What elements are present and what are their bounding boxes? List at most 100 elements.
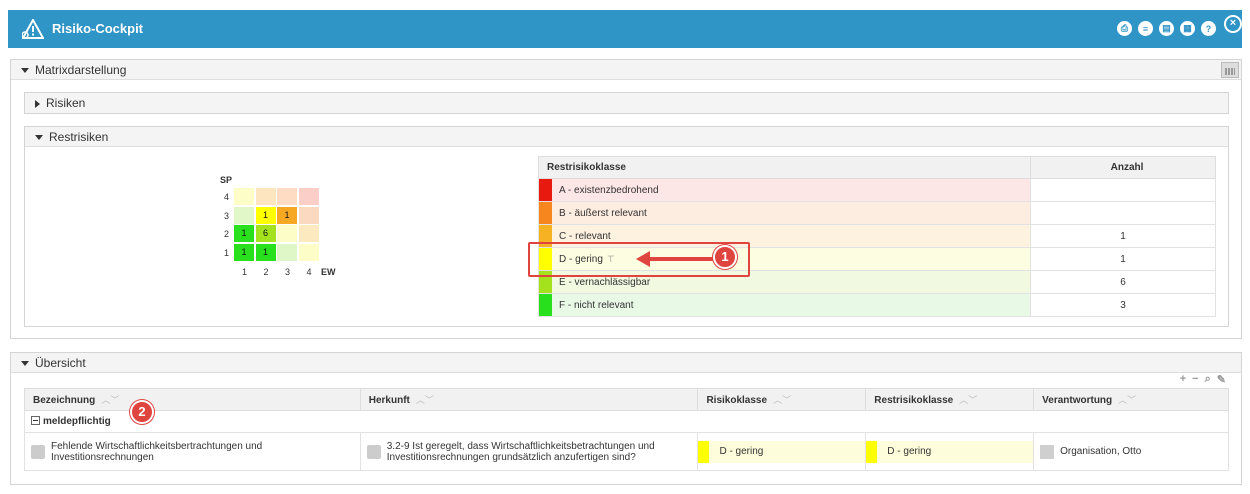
legend-count-cell: 6 [1030, 270, 1216, 294]
matrix-y-axis-label: SP [220, 175, 233, 185]
legend-count-cell: 1 [1030, 247, 1216, 271]
toolbar-icons: ⎙ ≡ ▤ ▦? [1117, 21, 1216, 36]
export-icon[interactable]: ▤ [1159, 21, 1174, 36]
legend-count-cell [1030, 178, 1216, 202]
risikoklasse-text: D - gering [719, 446, 764, 457]
matrix-cell[interactable]: 1 [234, 225, 254, 242]
group-label: meldepflichtig [43, 416, 111, 427]
column-header-label: Restrisikoklasse [874, 395, 954, 406]
overview-table: Bezeichnung ︿﹀ Herkunft ︿﹀ Risikoklasse ︿﹀ Res… [24, 388, 1229, 471]
add-icon[interactable]: + [1180, 373, 1186, 386]
sort-icon[interactable]: ︿﹀ [416, 395, 434, 405]
column-header-risikoklasse[interactable]: Risikoklasse ︿﹀ [697, 388, 867, 411]
matrix-x-tick: 2 [263, 267, 269, 277]
export-alt-icon[interactable]: ▦ [1180, 21, 1195, 36]
matrix-x-tick: 4 [306, 267, 312, 277]
callout-badge-2: 2 [130, 400, 154, 424]
matrix-cell[interactable] [277, 188, 297, 205]
overview-panel-title: Übersicht [35, 356, 86, 370]
legend-row[interactable]: F - nicht relevant 3 [538, 293, 1216, 317]
matrix-cell[interactable] [234, 188, 254, 205]
user-avatar-icon [1040, 444, 1055, 459]
app-logo-icon [22, 19, 44, 39]
class-color-swatch [539, 294, 552, 316]
cell-herkunft[interactable]: 3.2-9 Ist geregelt, dass Wirtschaftlichk… [359, 432, 699, 471]
group-row-meldepflichtig[interactable]: meldepflichtig [24, 410, 1229, 433]
column-header-verantwortung[interactable]: Verantwortung ︿﹀ [1033, 388, 1229, 411]
collapse-triangle-icon [21, 361, 29, 367]
legend-row[interactable]: A - existenzbedrohend [538, 178, 1216, 202]
column-header-restrisikoklasse[interactable]: Restrisikoklasse ︿﹀ [865, 388, 1035, 411]
sort-icon[interactable]: ︿﹀ [1118, 395, 1136, 405]
list-icon[interactable]: ≡ [1138, 21, 1153, 36]
matrix-cell[interactable] [277, 243, 297, 261]
legend-class-label: F - nicht relevant [559, 299, 634, 311]
matrix-x-tick: 3 [285, 267, 291, 277]
column-header-bezeichnung[interactable]: Bezeichnung ︿﹀ [24, 388, 361, 411]
column-header-label: Bezeichnung [33, 395, 96, 406]
wrench-icon[interactable]: ✎ [1217, 373, 1226, 386]
matrix-cell[interactable] [255, 188, 276, 205]
column-header-label: Herkunft [368, 395, 410, 406]
restrisiken-panel-title: Restrisiken [49, 130, 109, 144]
matrix-x-axis-label: EW [321, 267, 336, 277]
matrix-cell[interactable]: 1 [277, 206, 297, 224]
window-title: Risiko-Cockpit [52, 21, 144, 36]
matrix-cell[interactable]: 1 [255, 243, 276, 261]
remove-icon[interactable]: − [1192, 373, 1198, 386]
cell-risikoklasse[interactable]: D - gering [697, 432, 867, 471]
column-header-label: Risikoklasse [706, 395, 768, 406]
legend-count-cell: 1 [1030, 224, 1216, 248]
legend-class-label: B - äußerst relevant [559, 207, 647, 219]
close-icon[interactable]: × [1224, 15, 1242, 33]
class-color-swatch [866, 440, 878, 463]
matrix-view-toggle-icon[interactable] [1221, 62, 1239, 78]
legend-count-cell [1030, 201, 1216, 225]
overview-panel-header[interactable]: Übersicht [11, 353, 1241, 373]
expand-triangle-icon [35, 99, 40, 108]
risiken-panel: Risiken [24, 92, 1229, 114]
restrisiken-panel-header[interactable]: Restrisiken [25, 127, 1228, 147]
collapse-group-icon[interactable] [31, 416, 40, 425]
matrix-cell[interactable] [298, 206, 319, 224]
window-titlebar: Risiko-Cockpit ⎙ ≡ ▤ ▦? × [8, 10, 1242, 48]
search-icon[interactable]: ⌕ [1205, 373, 1211, 386]
legend-row[interactable]: B - äußerst relevant [538, 201, 1216, 225]
matrix-y-tick: 2 [224, 229, 230, 239]
column-header-label: Verantwortung [1042, 395, 1113, 406]
matrix-cell[interactable]: 1 [255, 206, 276, 224]
help-icon[interactable]: ? [1201, 21, 1216, 36]
risk-document-icon [31, 444, 45, 459]
matrix-x-tick: 1 [242, 267, 248, 277]
cell-bezeichnung[interactable]: Fehlende Wirtschaftlichkeitsbertrachtung… [24, 432, 361, 471]
legend-class-cell[interactable]: A - existenzbedrohend [538, 178, 1031, 202]
matrix-cell[interactable] [234, 206, 254, 224]
legend-class-cell[interactable]: F - nicht relevant [538, 293, 1031, 317]
sort-icon[interactable]: ︿﹀ [773, 395, 791, 405]
print-icon[interactable]: ⎙ [1117, 21, 1132, 36]
matrix-cell[interactable] [298, 225, 319, 242]
restrisikoklasse-table: Restrisikoklasse Anzahl A - existenzbedr… [538, 156, 1216, 317]
legend-class-cell[interactable]: B - äußerst relevant [538, 201, 1031, 225]
column-header-anzahl[interactable]: Anzahl [1030, 156, 1216, 179]
column-header-herkunft[interactable]: Herkunft ︿﹀ [359, 388, 699, 411]
legend-class-label: A - existenzbedrohend [559, 184, 659, 196]
cell-verantwortung[interactable]: Organisation, Otto [1033, 432, 1229, 471]
table-row[interactable]: Fehlende Wirtschaftlichkeitsbertrachtung… [24, 432, 1229, 471]
risiken-panel-title: Risiken [46, 96, 86, 110]
matrix-cell[interactable] [298, 243, 319, 261]
collapse-triangle-icon [21, 68, 29, 74]
question-document-icon [366, 444, 381, 459]
matrix-cell[interactable] [298, 188, 319, 205]
legend-count-cell: 3 [1030, 293, 1216, 317]
matrix-cell[interactable]: 6 [255, 225, 276, 242]
sort-icon[interactable]: ︿﹀ [959, 395, 977, 405]
matrix-cell[interactable]: 1 [234, 243, 254, 261]
cell-restrisikoklasse[interactable]: D - gering [865, 432, 1035, 471]
matrix-cell[interactable] [277, 225, 297, 242]
sort-icon[interactable]: ︿﹀ [101, 395, 119, 405]
matrix-panel-header[interactable]: Matrixdarstellung [11, 60, 1241, 80]
column-header-restrisikoklasse[interactable]: Restrisikoklasse [538, 156, 1031, 179]
risiken-panel-header[interactable]: Risiken [25, 93, 1228, 113]
matrix-y-tick: 4 [224, 192, 230, 202]
